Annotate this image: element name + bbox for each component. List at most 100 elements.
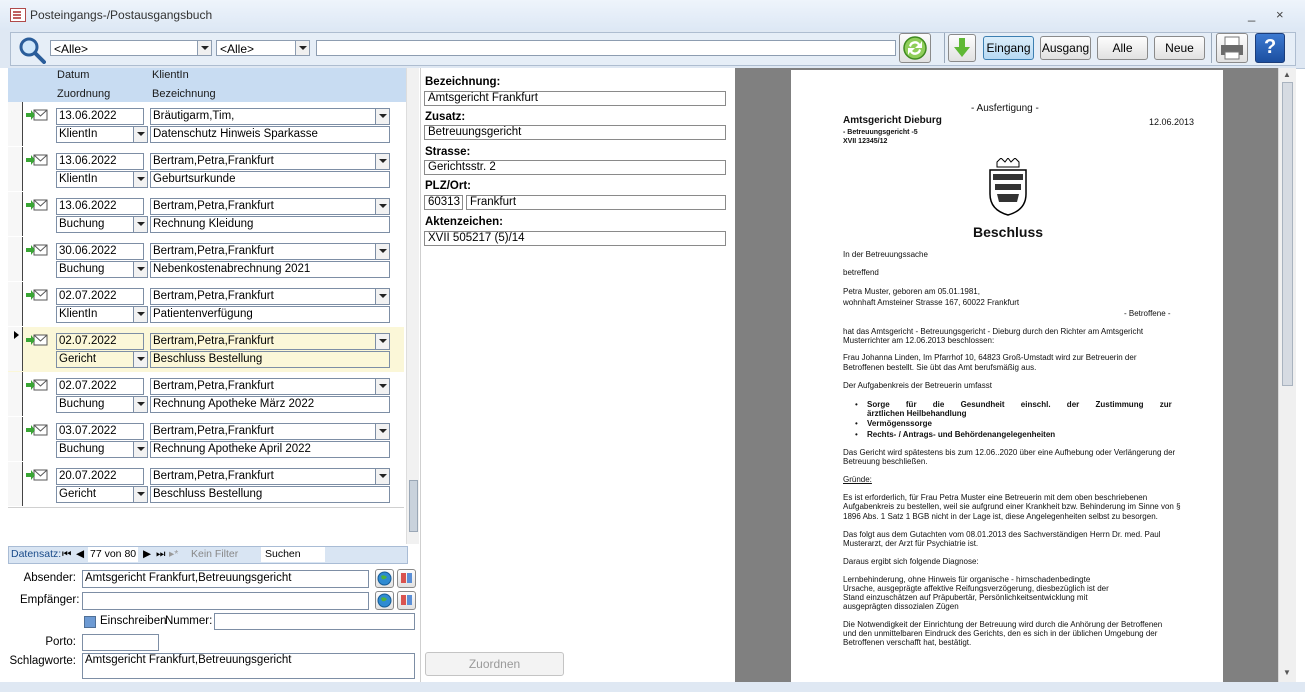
description-field[interactable]: Nebenkostenabrechnung 2021 xyxy=(150,261,390,278)
filter-combo-2[interactable]: <Alle> xyxy=(216,40,310,56)
help-button[interactable]: ? xyxy=(1255,33,1285,63)
chevron-down-icon[interactable] xyxy=(375,469,389,484)
chevron-down-icon[interactable] xyxy=(133,127,147,142)
record-selector[interactable] xyxy=(8,147,23,191)
aktenzeichen-field[interactable]: XVII 505217 (5)/14 xyxy=(424,231,726,246)
record-selector[interactable] xyxy=(8,102,23,146)
zuordnen-button[interactable]: Zuordnen xyxy=(425,652,564,676)
record-row[interactable]: 02.07.2022 Bertram,Petra,Frankfurt Buchung… xyxy=(8,372,404,418)
record-row[interactable]: 13.06.2022 Bertram,Petra,Frankfurt Buchung… xyxy=(8,192,404,238)
strasse-field[interactable]: Gerichtsstr. 2 xyxy=(424,160,726,175)
client-combo[interactable]: Bertram,Petra,Frankfurt xyxy=(150,378,390,395)
assign-combo[interactable]: Buchung xyxy=(56,441,148,458)
download-button[interactable] xyxy=(948,34,976,62)
ausgang-button[interactable]: Ausgang xyxy=(1040,36,1091,60)
close-button[interactable]: × xyxy=(1276,7,1284,22)
neue-button[interactable]: Neue xyxy=(1154,36,1205,60)
record-row[interactable]: 02.07.2022 Bertram,Petra,Frankfurt Gericht… xyxy=(8,327,404,373)
chevron-down-icon[interactable] xyxy=(295,41,309,55)
description-field[interactable]: Rechnung Kleidung xyxy=(150,216,390,233)
last-record-button[interactable]: ⏭ xyxy=(156,547,165,562)
list-scrollbar[interactable] xyxy=(406,68,419,544)
record-row[interactable]: 20.07.2022 Bertram,Petra,Frankfurt Gericht… xyxy=(8,462,404,508)
assign-combo[interactable]: Gericht xyxy=(56,351,148,368)
assign-combo[interactable]: Buchung xyxy=(56,216,148,233)
next-record-button[interactable]: ▶ xyxy=(143,547,151,562)
chevron-down-icon[interactable] xyxy=(133,352,147,367)
chevron-down-icon[interactable] xyxy=(375,244,389,259)
chevron-down-icon[interactable] xyxy=(133,262,147,277)
search-input[interactable] xyxy=(316,40,896,56)
first-record-button[interactable]: ⏮ xyxy=(62,547,71,562)
assign-combo[interactable]: Buchung xyxy=(56,396,148,413)
description-field[interactable]: Geburtsurkunde xyxy=(150,171,390,188)
client-combo[interactable]: Bertram,Petra,Frankfurt xyxy=(150,243,390,260)
description-field[interactable]: Beschluss Bestellung xyxy=(150,486,390,503)
date-field[interactable]: 02.07.2022 xyxy=(56,378,144,395)
date-field[interactable]: 20.07.2022 xyxy=(56,468,144,485)
record-position[interactable]: 77 von 80 xyxy=(88,547,139,562)
einschreiben-checkbox[interactable] xyxy=(84,616,96,628)
chevron-down-icon[interactable] xyxy=(133,442,147,457)
date-field[interactable]: 02.07.2022 xyxy=(56,288,144,305)
record-selector[interactable] xyxy=(8,282,23,326)
empfaenger-people-button[interactable] xyxy=(397,591,416,610)
date-field[interactable]: 03.07.2022 xyxy=(56,423,144,440)
schlagworte-field[interactable]: Amtsgericht Frankfurt,Betreuungsgericht xyxy=(82,653,415,679)
empfaenger-field[interactable] xyxy=(82,592,369,610)
client-combo[interactable]: Bräutigarm,Tim, xyxy=(150,108,390,125)
record-selector[interactable] xyxy=(8,237,23,281)
chevron-down-icon[interactable] xyxy=(133,307,147,322)
record-selector[interactable] xyxy=(8,462,23,506)
record-row[interactable]: 13.06.2022 Bräutigarm,Tim, KlientIn Datensc… xyxy=(8,102,404,148)
record-row[interactable]: 30.06.2022 Bertram,Petra,Frankfurt Buchung… xyxy=(8,237,404,283)
chevron-down-icon[interactable] xyxy=(133,217,147,232)
absender-field[interactable]: Amtsgericht Frankfurt,Betreuungsgericht xyxy=(82,570,369,588)
client-combo[interactable]: Bertram,Petra,Frankfurt xyxy=(150,288,390,305)
description-field[interactable]: Datenschutz Hinweis Sparkasse xyxy=(150,126,390,143)
ort-field[interactable]: Frankfurt xyxy=(466,195,726,210)
empfaenger-lookup-button[interactable] xyxy=(375,591,394,610)
record-row[interactable]: 03.07.2022 Bertram,Petra,Frankfurt Buchung… xyxy=(8,417,404,463)
scroll-down-icon[interactable]: ▼ xyxy=(1283,668,1291,677)
porto-field[interactable] xyxy=(82,634,159,651)
assign-combo[interactable]: KlientIn xyxy=(56,171,148,188)
chevron-down-icon[interactable] xyxy=(375,154,389,169)
record-row[interactable]: 02.07.2022 Bertram,Petra,Frankfurt KlientI… xyxy=(8,282,404,328)
record-selector[interactable] xyxy=(8,417,23,461)
navigator-search[interactable]: Suchen xyxy=(261,547,325,562)
client-combo[interactable]: Bertram,Petra,Frankfurt xyxy=(150,423,390,440)
record-selector[interactable] xyxy=(8,372,23,416)
chevron-down-icon[interactable] xyxy=(375,424,389,439)
record-row[interactable]: 13.06.2022 Bertram,Petra,Frankfurt KlientI… xyxy=(8,147,404,193)
scrollbar-thumb[interactable] xyxy=(1282,82,1293,386)
search-icon[interactable] xyxy=(18,36,46,64)
chevron-down-icon[interactable] xyxy=(375,199,389,214)
assign-combo[interactable]: Gericht xyxy=(56,486,148,503)
bezeichnung-field[interactable]: Amtsgericht Frankfurt xyxy=(424,91,726,106)
client-combo[interactable]: Bertram,Petra,Frankfurt xyxy=(150,468,390,485)
plz-field[interactable]: 60313 xyxy=(424,195,463,210)
description-field[interactable]: Rechnung Apotheke April 2022 xyxy=(150,441,390,458)
no-filter-indicator[interactable]: Kein Filter xyxy=(191,547,238,562)
prev-record-button[interactable]: ◀ xyxy=(76,547,84,562)
assign-combo[interactable]: Buchung xyxy=(56,261,148,278)
print-button[interactable] xyxy=(1216,33,1248,63)
date-field[interactable]: 13.06.2022 xyxy=(56,153,144,170)
absender-lookup-button[interactable] xyxy=(375,569,394,588)
client-combo[interactable]: Bertram,Petra,Frankfurt xyxy=(150,333,390,350)
date-field[interactable]: 30.06.2022 xyxy=(56,243,144,260)
chevron-down-icon[interactable] xyxy=(375,379,389,394)
chevron-down-icon[interactable] xyxy=(133,487,147,502)
zusatz-field[interactable]: Betreuungsgericht xyxy=(424,125,726,140)
nummer-field[interactable] xyxy=(214,613,415,630)
description-field[interactable]: Patientenverfügung xyxy=(150,306,390,323)
scroll-up-icon[interactable]: ▲ xyxy=(1283,70,1291,79)
date-field[interactable]: 13.06.2022 xyxy=(56,108,144,125)
filter-combo-1[interactable]: <Alle> xyxy=(50,40,212,56)
date-field[interactable]: 02.07.2022 xyxy=(56,333,144,350)
chevron-down-icon[interactable] xyxy=(197,41,211,55)
alle-button[interactable]: Alle xyxy=(1097,36,1148,60)
eingang-button[interactable]: Eingang xyxy=(983,36,1034,60)
description-field[interactable]: Beschluss Bestellung xyxy=(150,351,390,368)
